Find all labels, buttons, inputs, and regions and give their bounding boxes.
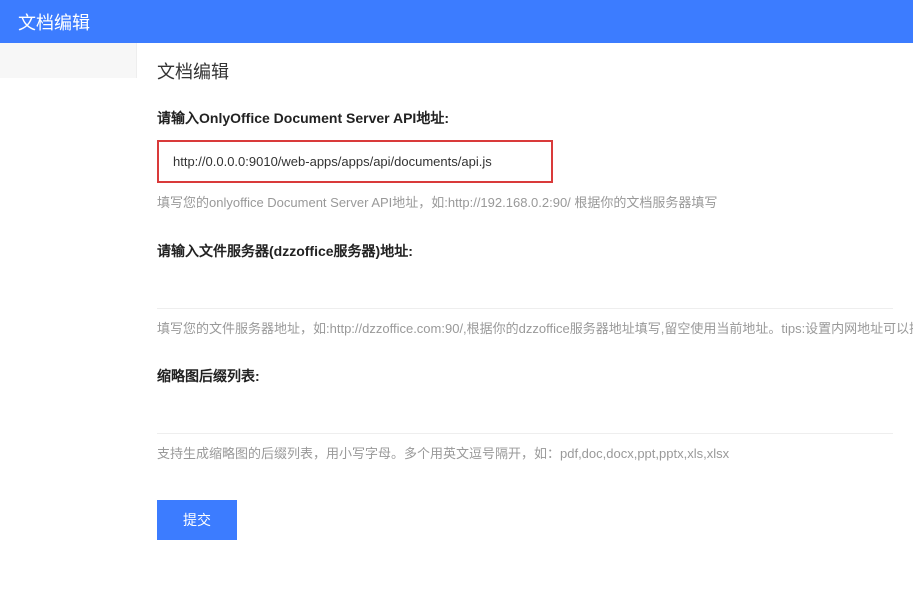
api-url-help: 填写您的onlyoffice Document Server API地址，如:h… [157,193,893,213]
main-container: 文档编辑 请输入OnlyOffice Document Server API地址… [0,43,913,593]
header-title: 文档编辑 [18,9,90,35]
thumbnail-label: 缩略图后缀列表: [157,366,893,386]
thumbnail-section: 缩略图后缀列表: 支持生成缩略图的后缀列表，用小写字母。多个用英文逗号隔开，如：… [157,366,893,464]
api-url-label: 请输入OnlyOffice Document Server API地址: [157,108,893,128]
file-server-help: 填写您的文件服务器地址，如:http://dzzoffice.com:90/,根… [157,319,893,339]
file-server-section: 请输入文件服务器(dzzoffice服务器)地址: 填写您的文件服务器地址，如:… [157,241,893,339]
file-server-input-wrap [157,273,893,309]
thumbnail-help: 支持生成缩略图的后缀列表，用小写字母。多个用英文逗号隔开，如：pdf,doc,d… [157,444,893,464]
file-server-input[interactable] [157,273,893,309]
sidebar [0,43,137,78]
header-bar: 文档编辑 [0,0,913,43]
main-content: 文档编辑 请输入OnlyOffice Document Server API地址… [137,43,913,593]
file-server-label: 请输入文件服务器(dzzoffice服务器)地址: [157,241,893,261]
api-url-input-wrap [157,140,893,183]
api-url-highlight-box [157,140,553,183]
thumbnail-input[interactable] [157,398,893,434]
thumbnail-input-wrap [157,398,893,434]
page-title: 文档编辑 [157,58,893,84]
api-url-section: 请输入OnlyOffice Document Server API地址: 填写您… [157,108,893,213]
api-url-input[interactable] [161,144,549,179]
submit-button[interactable]: 提交 [157,500,237,540]
